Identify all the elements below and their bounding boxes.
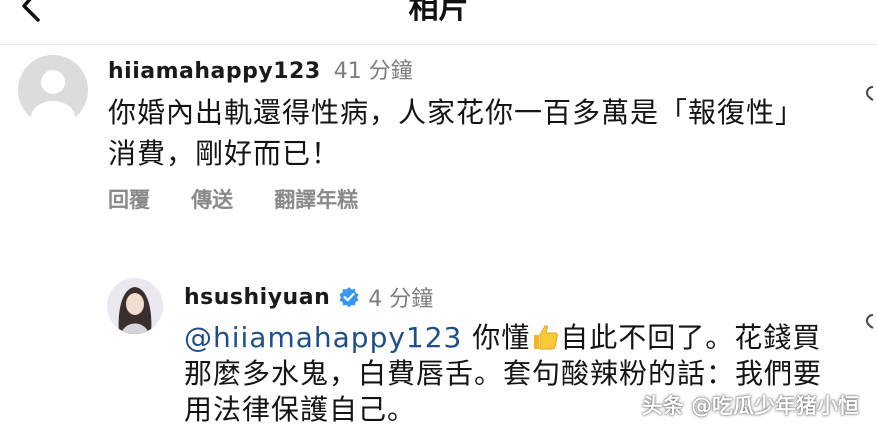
mention-link[interactable]: @hiiamahappy123 — [184, 321, 462, 354]
translate-button[interactable]: 翻譯年糕 — [274, 188, 358, 212]
comment-header: hiiamahappy123 41 分鐘 — [108, 53, 413, 85]
avatar[interactable] — [18, 55, 88, 125]
top-bar: 相片 — [0, 0, 877, 45]
thumbs-up-icon — [534, 325, 559, 350]
comment-actions: 回覆 傳送 翻譯年糕 — [108, 184, 394, 214]
username[interactable]: hiiamahappy123 — [108, 59, 321, 84]
verified-badge-icon — [339, 287, 359, 308]
heart-icon[interactable] — [863, 84, 875, 102]
username[interactable]: hsushiyuan — [184, 285, 330, 310]
comment-text: 你婚內出軌還得性病，人家花你一百多萬是「報復性」消費，剛好而已！ — [108, 96, 805, 170]
comment-time: 41 分鐘 — [333, 59, 413, 84]
send-button[interactable]: 傳送 — [191, 188, 233, 212]
avatar[interactable] — [107, 278, 163, 334]
watermark: 头条 @吃瓜少年猪小恒 — [641, 394, 859, 418]
reply-button[interactable]: 回覆 — [108, 188, 150, 212]
comment-text-part: 你懂 — [462, 321, 531, 354]
comment-time: 4 分鐘 — [368, 287, 434, 312]
page-title: 相片 — [408, 0, 469, 26]
comment-header: hsushiyuan 4 分鐘 — [184, 281, 433, 313]
heart-icon[interactable] — [863, 312, 875, 330]
